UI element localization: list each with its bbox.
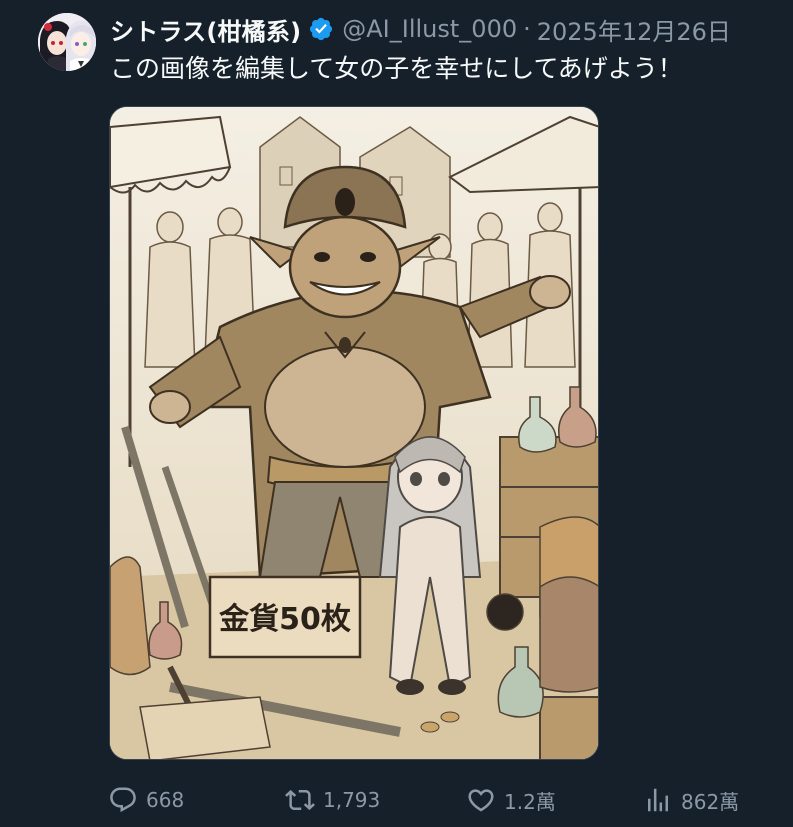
retweet-count: 1,793 bbox=[323, 788, 381, 812]
like-button[interactable]: 1.2萬 bbox=[466, 780, 556, 820]
retweet-icon bbox=[285, 789, 315, 811]
retweet-button[interactable]: 1,793 bbox=[285, 780, 380, 820]
views-count: 862萬 bbox=[681, 789, 740, 814]
tweet-text: この画像を編集して女の子を幸せにしてあげよう！ bbox=[110, 54, 683, 83]
views-button[interactable]: 862萬 bbox=[643, 780, 739, 820]
reply-icon bbox=[110, 787, 136, 813]
avatar-image bbox=[38, 13, 96, 71]
views-icon bbox=[648, 788, 668, 812]
tweet[interactable]: シトラス(柑橘系) @AI_Illust_000 · 2025年12月26日 こ… bbox=[0, 0, 793, 827]
avatar[interactable] bbox=[38, 13, 96, 71]
separator-dot: · bbox=[523, 15, 531, 43]
tweet-header: シトラス(柑橘系) @AI_Illust_000 · 2025年12月26日 bbox=[110, 12, 731, 46]
reply-button[interactable]: 668 bbox=[108, 780, 184, 820]
like-count: 1.2萬 bbox=[504, 789, 556, 814]
verified-badge-icon[interactable] bbox=[308, 16, 334, 42]
tweet-media-image[interactable]: 金貨50枚 bbox=[109, 106, 599, 760]
price-sign-text: 金貨50枚 bbox=[218, 602, 351, 637]
reply-count: 668 bbox=[146, 788, 185, 812]
tweet-actions: 668 1,793 1.2萬 862萬 bbox=[0, 780, 793, 820]
like-icon bbox=[468, 789, 494, 812]
author-handle[interactable]: @AI_Illust_000 bbox=[342, 15, 517, 43]
tweet-date[interactable]: 2025年12月26日 bbox=[537, 12, 731, 47]
author-display-name[interactable]: シトラス(柑橘系) bbox=[110, 12, 301, 47]
